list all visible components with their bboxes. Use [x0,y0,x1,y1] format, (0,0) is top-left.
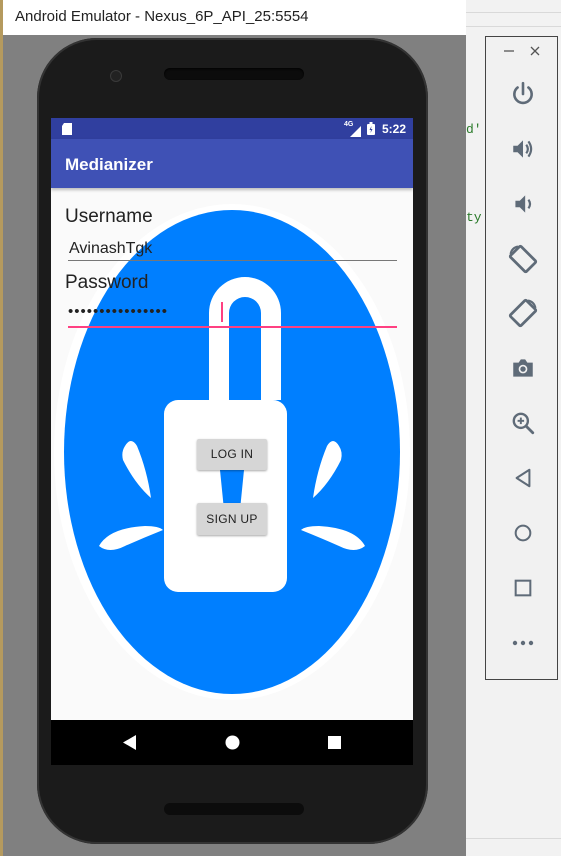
back-icon[interactable] [486,458,559,498]
bottom-speaker [164,803,304,815]
sd-card-icon [62,122,72,140]
ide-divider [466,26,561,27]
text-cursor [221,302,223,322]
ide-code-fragment: d' [466,122,482,137]
app-bar: Medianizer [51,139,413,188]
ide-code-fragment: ty [466,210,482,225]
back-icon[interactable] [123,735,136,755]
username-label: Username [65,206,153,227]
ide-divider [466,12,561,13]
overview-icon[interactable] [486,568,559,608]
username-field[interactable]: AvinashTgk [68,234,397,261]
camera-icon[interactable] [486,348,559,388]
navigation-bar [51,720,413,765]
app-title: Medianizer [65,155,153,174]
battery-icon [367,122,375,140]
device-screen: 4G 5:22 Medianizer Username AvinashTgk P… [51,118,413,765]
zoom-icon[interactable] [486,403,559,443]
volume-up-icon[interactable] [486,129,559,169]
password-field[interactable]: •••••••••••••••• [68,299,397,328]
minimize-icon[interactable] [504,43,514,61]
status-bar: 4G 5:22 [51,118,413,139]
home-icon[interactable] [486,513,559,553]
close-icon[interactable] [530,43,540,61]
rotate-right-icon[interactable] [486,293,559,333]
ide-divider [466,838,561,839]
rotate-left-icon[interactable] [486,239,559,279]
signup-button[interactable]: SIGN UP [197,503,267,535]
username-value: AvinashTgk [69,240,153,257]
password-value: •••••••••••••••• [68,303,169,320]
emulator-control-panel [485,36,558,680]
recents-icon[interactable] [328,736,341,754]
emulator-titlebar[interactable]: Android Emulator - Nexus_6P_API_25:5554 [3,0,466,35]
front-camera-icon [110,70,122,82]
more-icon[interactable] [486,623,559,663]
top-speaker [164,68,304,80]
status-time: 5:22 [382,122,407,136]
power-icon[interactable] [486,74,559,114]
home-icon[interactable] [225,735,240,755]
password-label: Password [65,272,149,293]
window-title: Android Emulator - Nexus_6P_API_25:5554 [15,8,309,25]
volume-down-icon[interactable] [486,184,559,224]
login-button[interactable]: LOG IN [197,439,267,470]
